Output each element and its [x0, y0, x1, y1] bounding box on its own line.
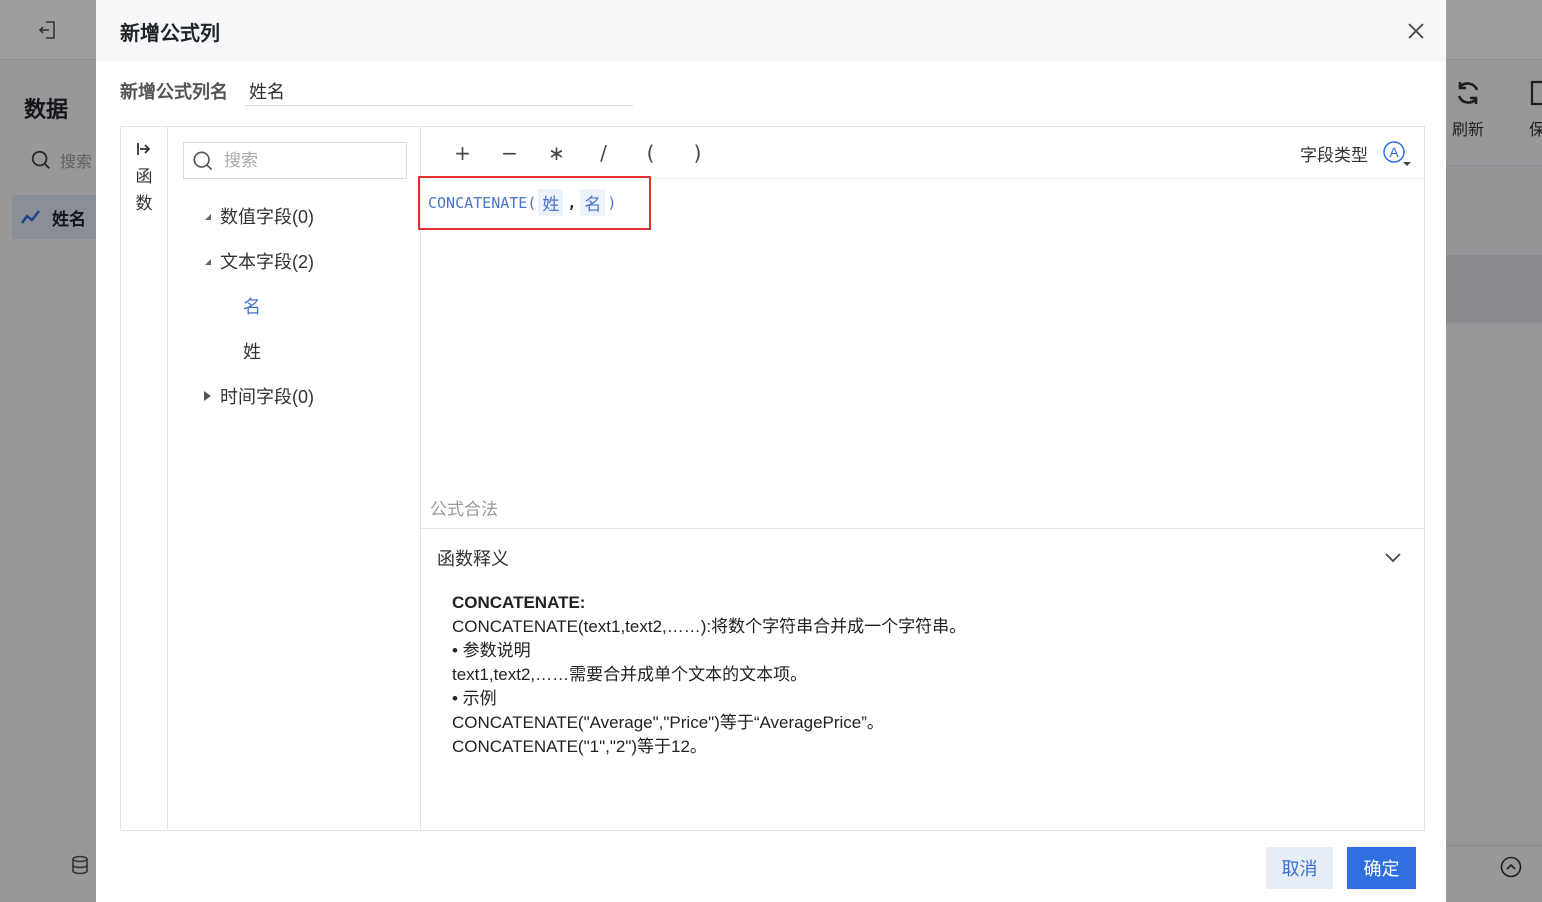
function-panel-toggle[interactable]: 函 数 — [121, 127, 168, 830]
formula-open-paren: ( — [527, 193, 537, 212]
tree-group-time[interactable]: 时间字段(0) — [168, 373, 421, 418]
explanation-header[interactable]: 函数释义 — [421, 529, 1424, 587]
explanation-body: CONCATENATE: CONCATENATE(text1,text2,……)… — [421, 587, 1424, 759]
divide-operator[interactable]: / — [580, 141, 627, 165]
field-search-input[interactable] — [224, 150, 394, 171]
confirm-button[interactable]: 确定 — [1347, 847, 1416, 889]
dialog-title: 新增公式列 — [120, 22, 220, 45]
operator-bar: + − ∗ / ( ) 字段类型 A — [421, 127, 1424, 179]
explanation-params: text1,text2,……需要合并成单个文本的文本项。 — [452, 665, 808, 684]
text-type-icon: A — [1383, 141, 1411, 166]
cancel-button[interactable]: 取消 — [1266, 847, 1333, 889]
formula-editor-panel: + − ∗ / ( ) 字段类型 A CONCATENATE (姓 , 名)… — [418, 127, 1424, 830]
dialog-footer: 取消 确定 — [1266, 847, 1416, 889]
formula-workspace: 函 数 数值字段(0) 文本字段(2) 名 姓 — [120, 126, 1425, 831]
formula-arg-token[interactable]: 名 — [580, 189, 606, 216]
function-label: 函 数 — [136, 163, 153, 217]
tree-group-text[interactable]: 文本字段(2) — [168, 238, 421, 283]
explanation-params-heading: • 参数说明 — [452, 641, 531, 660]
explanation-example-2: CONCATENATE("1","2")等于12。 — [452, 737, 707, 756]
formula-expression[interactable]: CONCATENATE ( 姓 , 名 ) — [428, 189, 616, 216]
chevron-down-icon — [1385, 553, 1401, 563]
formula-arg-token[interactable]: 姓 — [538, 189, 564, 216]
close-icon — [1408, 23, 1424, 39]
tree-group-numeric[interactable]: 数值字段(0) — [168, 193, 421, 238]
formula-close-paren: ) — [607, 193, 617, 212]
field-type-selector[interactable]: 字段类型 A — [1300, 139, 1412, 167]
tree-field-ming[interactable]: 名 — [168, 283, 421, 328]
minus-operator[interactable]: − — [486, 141, 533, 165]
explanation-title: 函数释义 — [437, 549, 509, 569]
field-type-label: 字段类型 — [1300, 145, 1368, 165]
tree-group-label: 数值字段(0) — [220, 206, 314, 227]
caret-down-icon — [202, 256, 212, 266]
explanation-example-heading: • 示例 — [452, 689, 497, 708]
formula-column-dialog: 新增公式列 新增公式列名 函 数 数值字段(0) — [96, 0, 1446, 902]
close-paren-operator[interactable]: ) — [674, 141, 721, 165]
function-label-2: 数 — [135, 194, 153, 213]
search-icon — [193, 150, 213, 170]
dialog-header: 新增公式列 — [96, 0, 1446, 62]
function-explanation: 函数释义 CONCATENATE: CONCATENATE(text1,text… — [421, 528, 1424, 830]
caret-right-icon — [202, 390, 212, 401]
plus-operator[interactable]: + — [439, 141, 486, 165]
formula-function: CONCATENATE — [428, 193, 528, 212]
field-tree: 数值字段(0) 文本字段(2) 名 姓 时间字段(0) — [168, 193, 421, 418]
multiply-operator[interactable]: ∗ — [533, 141, 580, 165]
column-name-input[interactable] — [245, 76, 633, 106]
tree-group-label: 文本字段(2) — [220, 251, 314, 272]
expand-right-icon — [137, 143, 151, 155]
close-button[interactable] — [1386, 0, 1446, 62]
formula-validity-status: 公式合法 — [430, 500, 498, 519]
svg-text:A: A — [1389, 144, 1399, 160]
formula-input-area[interactable]: CONCATENATE ( 姓 , 名 ) — [418, 176, 1424, 479]
explanation-function-name: CONCATENATE: — [452, 593, 586, 612]
column-name-label: 新增公式列名 — [120, 82, 228, 102]
open-paren-operator[interactable]: ( — [627, 141, 674, 165]
caret-down-icon — [202, 211, 212, 221]
field-search[interactable] — [183, 142, 407, 179]
formula-separator: , — [567, 193, 577, 212]
tree-field-xing[interactable]: 姓 — [168, 328, 421, 373]
field-panel: 数值字段(0) 文本字段(2) 名 姓 时间字段(0) — [168, 127, 421, 830]
explanation-example-1: CONCATENATE("Average","Price")等于“Average… — [452, 713, 884, 732]
column-name-row: 新增公式列名 — [120, 76, 633, 106]
explanation-syntax: CONCATENATE(text1,text2,……):将数个字符串合并成一个字… — [452, 617, 967, 636]
tree-group-label: 时间字段(0) — [220, 386, 314, 407]
function-label-1: 函 — [135, 167, 153, 186]
